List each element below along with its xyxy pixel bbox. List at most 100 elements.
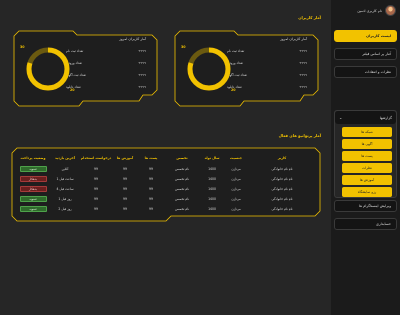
submenu-item-posts[interactable]: پست ها xyxy=(342,151,392,161)
gender-cell: مرد/زن xyxy=(231,186,241,191)
payment-status-button[interactable]: بدهکار xyxy=(19,185,47,192)
posts-cell: 99 xyxy=(149,186,153,191)
main-area: آمار کاربران آمار کاربران امروز تعداد ثب… xyxy=(0,0,331,315)
stats-card-today-1: آمار کاربران امروز تعداد ثبت نام ۹۹۹۹ تعد… xyxy=(174,30,319,112)
submenu-item-comments[interactable]: نظرات xyxy=(342,163,392,173)
header-specialty: تخصص xyxy=(176,156,188,160)
last-visit-cell: 4 ساعت قبل xyxy=(56,186,74,191)
table-row: تسویه 1 روز قبل 99 99 99 نام تخصص 1400 مرد/زن نا… xyxy=(16,194,316,203)
header-user: کاربر xyxy=(277,156,287,160)
avatar[interactable] xyxy=(385,5,396,16)
status-cell: بدهکار xyxy=(16,175,50,182)
posts-cell: 99 xyxy=(149,176,153,181)
gender-cell: مرد/زن xyxy=(231,166,241,171)
user-cell: نام نام خانوادگی xyxy=(271,176,293,181)
specialty-cell: نام تخصص xyxy=(174,206,190,211)
reports-submenu-header[interactable]: ⌄ گزارشها xyxy=(335,111,396,124)
gender-cell: مرد/زن xyxy=(231,196,241,201)
donut-label-left: 20 xyxy=(70,88,75,92)
donut-label-right: 30 xyxy=(181,45,186,49)
chevron-down-icon: ⌄ xyxy=(339,115,343,120)
stat-value: ۹۹۹۹ xyxy=(138,73,146,77)
card-title: آمار کاربران امروز xyxy=(119,37,146,41)
posts-cell: 99 xyxy=(149,206,153,211)
birth-year-cell: 1400 xyxy=(208,206,216,211)
stat-value: ۹۹۹۹ xyxy=(138,49,146,53)
donut-chart xyxy=(26,47,70,91)
user-cell: نام نام خانوادگی xyxy=(271,166,293,171)
posts-cell: 99 xyxy=(149,166,153,171)
submenu-item-exhibition[interactable]: رزو نمایشگاه xyxy=(342,187,392,197)
header-birth-year: سال تولد xyxy=(204,156,220,160)
hire-cell: 99 xyxy=(94,166,98,171)
specialty-cell: نام تخصص xyxy=(174,196,190,201)
status-cell: تسویه xyxy=(16,205,50,212)
header-education: آموزش ها xyxy=(116,156,134,160)
donut-chart xyxy=(187,47,231,91)
sidebar-item-feedback[interactable]: نظرات و انتقادات xyxy=(334,66,397,78)
last-visit-cell: آنلاین xyxy=(61,166,69,171)
specialty-cell: نام تخصص xyxy=(174,166,190,171)
sidebar-item-edit-instagram[interactable]: ویرایش اینستاگرام ها xyxy=(334,200,397,212)
donut-label-left: 20 xyxy=(231,88,236,92)
table-row: تسویه 2 روز قبل 99 99 99 نام تخصص 1400 مرد/زن نا… xyxy=(16,204,316,213)
stat-value: ۹۹۹۹ xyxy=(299,49,307,53)
table-row: بدهکار 4 ساعت قبل 99 99 99 نام تخصص 1400 مرد/زن… xyxy=(16,184,316,193)
table-section-title: آمار پرتوانیو های فعال xyxy=(278,133,321,138)
stat-row: تعداد ثبت نام ۹۹۹۹ xyxy=(227,48,307,54)
table-header-row: وضعیت پرداخت آخرین بازدید درخواست استخدا… xyxy=(16,154,316,162)
payment-status-button[interactable]: تسویه xyxy=(19,205,47,212)
table-row: بدهکار 1 ساعت قبل 99 99 99 نام تخصص 1400 مرد/زن… xyxy=(16,174,316,183)
education-cell: 99 xyxy=(123,206,127,211)
status-cell: بدهکار xyxy=(16,185,50,192)
birth-year-cell: 1400 xyxy=(208,176,216,181)
active-users-table: وضعیت پرداخت آخرین بازدید درخواست استخدا… xyxy=(11,147,321,224)
birth-year-cell: 1400 xyxy=(208,186,216,191)
status-cell: تسویه xyxy=(16,165,50,172)
submenu-item-networks[interactable]: شبکه ها xyxy=(342,127,392,137)
submenu-item-tutorials[interactable]: آموزش ها xyxy=(342,175,392,185)
birth-year-cell: 1400 xyxy=(208,166,216,171)
header-gender: جنسیت xyxy=(230,156,242,160)
last-visit-cell: 1 ساعت قبل xyxy=(56,176,74,181)
header-status: وضعیت پرداخت xyxy=(20,156,46,160)
header-posts: پست ها xyxy=(144,156,158,160)
donut-label-right: 30 xyxy=(20,45,25,49)
last-visit-cell: 2 روز قبل xyxy=(58,206,72,211)
education-cell: 99 xyxy=(123,196,127,201)
header-hire: درخواست استخدام xyxy=(80,156,112,160)
sidebar-item-accounting[interactable]: حسابداری xyxy=(334,218,397,230)
profile[interactable]: نام کاربری ادمین xyxy=(333,3,396,18)
stats-card-today-2: آمار کاربران امروز تعداد ثبت نام ۹۹۹۹ تعد… xyxy=(13,30,158,112)
specialty-cell: نام تخصص xyxy=(174,186,190,191)
stat-value: ۹۹۹۹ xyxy=(299,73,307,77)
hire-cell: 99 xyxy=(94,196,98,201)
header-last-visit: آخرین بازدید xyxy=(54,156,76,160)
payment-status-button[interactable]: تسویه xyxy=(19,165,47,172)
submenu-item-ads[interactable]: آگهی ها xyxy=(342,139,392,149)
stat-row: تعداد دانلود ۹۹۹۹ xyxy=(66,84,146,90)
users-section-title: آمار کاربران xyxy=(298,15,321,20)
payment-status-button[interactable]: بدهکار xyxy=(19,175,47,182)
posts-cell: 99 xyxy=(149,196,153,201)
payment-status-button[interactable]: تسویه xyxy=(19,195,47,202)
card-title: آمار کاربران امروز xyxy=(280,37,307,41)
stat-row: تعداد ورودی ۹۹۹۹ xyxy=(66,60,146,66)
sidebar-item-filter-stats[interactable]: آمار پر اساس فیلتر xyxy=(334,48,397,60)
stat-row: تعداد ثبت نام ۹۹۹۹ xyxy=(66,48,146,54)
stat-row: تعداد ثبت آگهی ۹۹۹۹ xyxy=(227,72,307,78)
education-cell: 99 xyxy=(123,176,127,181)
education-cell: 99 xyxy=(123,166,127,171)
user-cell: نام نام خانوادگی xyxy=(271,206,293,211)
stat-value: ۹۹۹۹ xyxy=(299,61,307,65)
stat-value: ۹۹۹۹ xyxy=(299,85,307,89)
stat-value: ۹۹۹۹ xyxy=(138,85,146,89)
table-row: تسویه آنلاین 99 99 99 نام تخصص 1400 مرد/زن نام ن… xyxy=(16,164,316,173)
profile-name: نام کاربری ادمین xyxy=(357,8,382,13)
education-cell: 99 xyxy=(123,186,127,191)
gender-cell: مرد/زن xyxy=(231,176,241,181)
sidebar-item-user-list[interactable]: لیست کاربران xyxy=(334,30,397,42)
sidebar: نام کاربری ادمین لیست کاربران آمار پر اس… xyxy=(331,0,400,315)
stat-row: تعداد دانلود ۹۹۹۹ xyxy=(227,84,307,90)
gender-cell: مرد/زن xyxy=(231,206,241,211)
